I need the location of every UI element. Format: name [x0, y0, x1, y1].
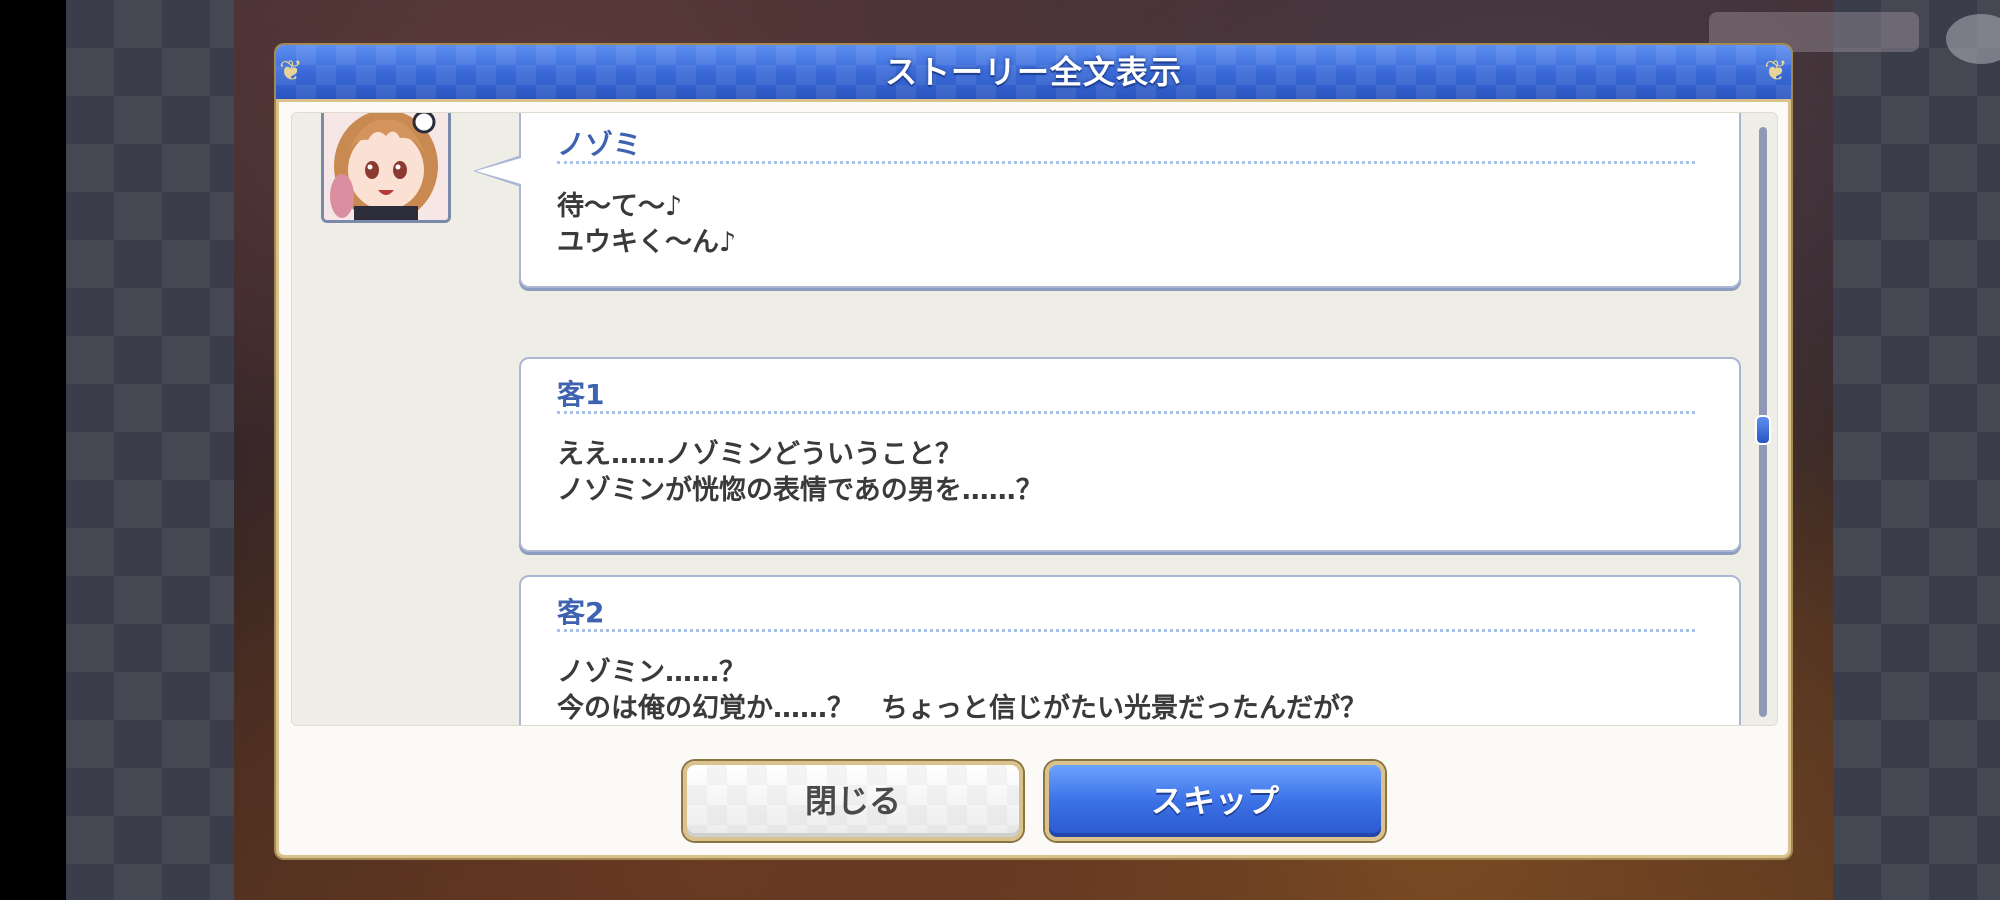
right-side-pattern: [1833, 0, 2000, 900]
message-text: ええ……ノゾミンどういうこと？ ノゾミンが恍惚の表情であの男を……？: [557, 439, 1043, 506]
message-text: 待～て～♪ ユウキく～ん♪: [557, 191, 737, 258]
log-entry: 客1 ええ……ノゾミンどういうこと？ ノゾミンが恍惚の表情であの男を……？: [519, 357, 1741, 552]
close-button[interactable]: 閉じる: [683, 761, 1023, 841]
story-log-dialog: ❦ ❦ ストーリー全文表示 ノゾミ 待～て～♪ ユウキく～ん♪ 客1 ええ……ノ…: [276, 45, 1791, 858]
scrollbar-thumb[interactable]: [1755, 415, 1771, 445]
speaker-name: 客1: [557, 378, 605, 411]
speaker-name: ノゾミ: [557, 128, 642, 161]
log-entry: ノゾミ 待～て～♪ ユウキく～ん♪: [473, 113, 1741, 288]
game-screen: ❦ ❦ ストーリー全文表示 ノゾミ 待～て～♪ ユウキく～ん♪ 客1 ええ……ノ…: [0, 0, 2000, 900]
skip-button[interactable]: スキップ: [1045, 761, 1385, 841]
speech-tail: [473, 155, 521, 187]
speaker-name: 客2: [557, 596, 605, 629]
dialog-header: ❦ ❦ ストーリー全文表示: [276, 45, 1791, 102]
character-avatar: [321, 113, 451, 223]
speaker-divider: [557, 629, 1695, 632]
scrollbar-track[interactable]: [1755, 127, 1771, 717]
dialog-title: ストーリー全文表示: [884, 53, 1182, 91]
speaker-divider: [557, 161, 1695, 164]
character-portrait-icon: [324, 113, 448, 220]
message-text: ノゾミン……？ 今のは俺の幻覚か……？ ちょっと信じがたい光景だったんだが？: [557, 657, 1367, 724]
story-log-list[interactable]: ノゾミ 待～て～♪ ユウキく～ん♪ 客1 ええ……ノゾミンどういうこと？ ノゾミ…: [291, 112, 1778, 726]
speaker-divider: [557, 411, 1695, 414]
left-side-pattern: [66, 0, 234, 900]
log-entry: 客2 ノゾミン……？ 今のは俺の幻覚か……？ ちょっと信じがたい光景だったんだが…: [519, 575, 1741, 725]
